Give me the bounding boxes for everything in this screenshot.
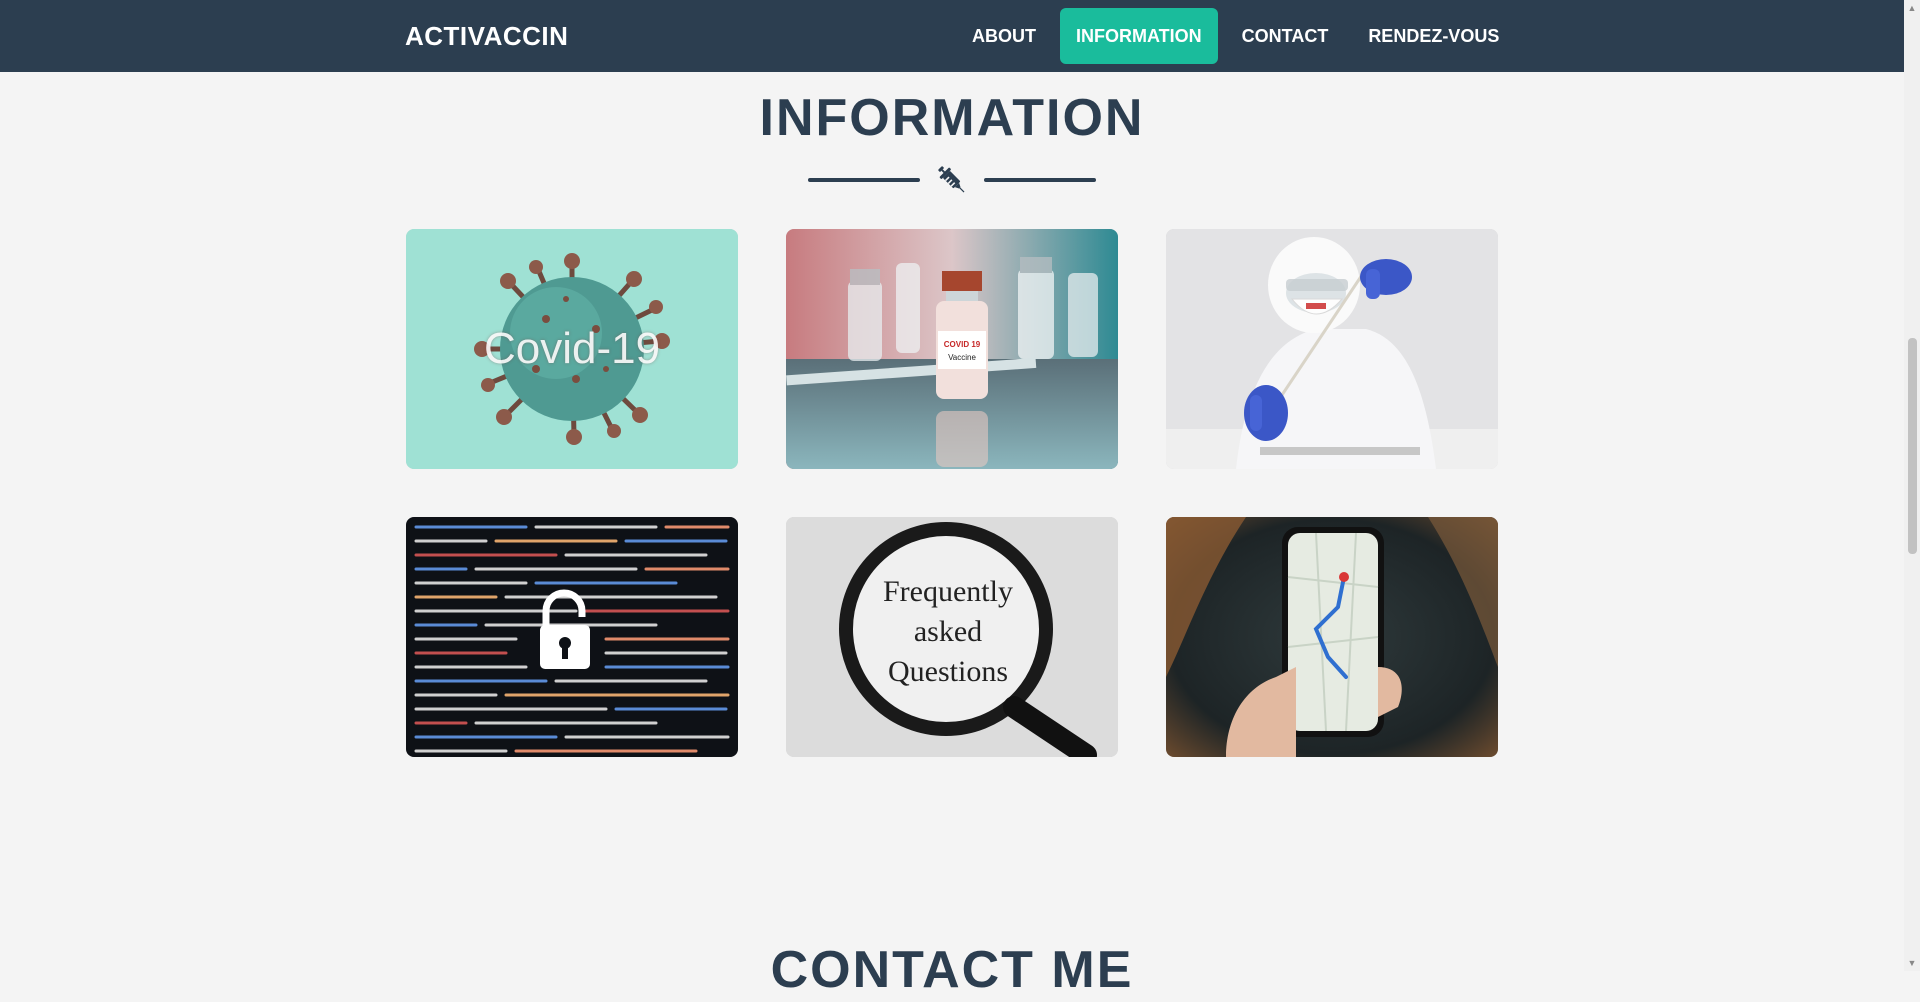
svg-text:COVID 19: COVID 19: [944, 340, 981, 349]
navbar: ACTIVACCIN ABOUT INFORMATION CONTACT REN…: [0, 0, 1904, 72]
nav-links: ABOUT INFORMATION CONTACT RENDEZ-VOUS: [956, 8, 1523, 64]
scroll-thumb[interactable]: [1908, 338, 1917, 554]
info-card-security[interactable]: [406, 517, 738, 757]
card-overlay-text: Covid-19: [483, 324, 661, 373]
nav-contact[interactable]: CONTACT: [1226, 8, 1345, 64]
section-title-information: INFORMATION: [759, 89, 1145, 147]
nav-information[interactable]: INFORMATION: [1060, 8, 1218, 64]
scroll-down-arrow-icon[interactable]: ▼: [1904, 955, 1920, 971]
info-card-vaccine[interactable]: COVID 19 Vaccine: [786, 229, 1118, 469]
lab-worker-swab-test-image: [1166, 229, 1498, 469]
info-card-locations[interactable]: [1166, 517, 1498, 757]
faq-line: asked: [913, 615, 983, 648]
info-card-covid[interactable]: Covid-19: [406, 229, 738, 469]
vaccine-vials-image: COVID 19 Vaccine: [786, 229, 1118, 469]
nav-rendez-vous[interactable]: RENDEZ-VOUS: [1352, 8, 1515, 64]
faq-line: Questions: [888, 655, 1008, 688]
code-padlock-security-image: [406, 517, 738, 757]
brand-logo[interactable]: ACTIVACCIN: [405, 0, 568, 72]
card-overlay: Frequently asked Questions: [786, 517, 1118, 757]
scrollbar[interactable]: ▲ ▼: [1904, 0, 1920, 971]
syringe-icon: [938, 166, 965, 193]
phone-map-navigation-image: [1166, 517, 1498, 757]
faq-overlay-text: Frequently asked Questions: [863, 572, 1033, 692]
svg-text:Vaccine: Vaccine: [948, 353, 976, 362]
faq-line: Frequently: [883, 575, 1013, 608]
nav-about[interactable]: ABOUT: [956, 8, 1052, 64]
section-title-contact: CONTACT ME: [770, 941, 1134, 999]
divider-line-left: [808, 178, 920, 182]
info-card-testing[interactable]: [1166, 229, 1498, 469]
divider-line-right: [984, 178, 1096, 182]
card-overlay: Covid-19: [406, 229, 738, 469]
scroll-up-arrow-icon[interactable]: ▲: [1904, 0, 1920, 16]
info-card-faq[interactable]: Frequently asked Questions: [786, 517, 1118, 757]
